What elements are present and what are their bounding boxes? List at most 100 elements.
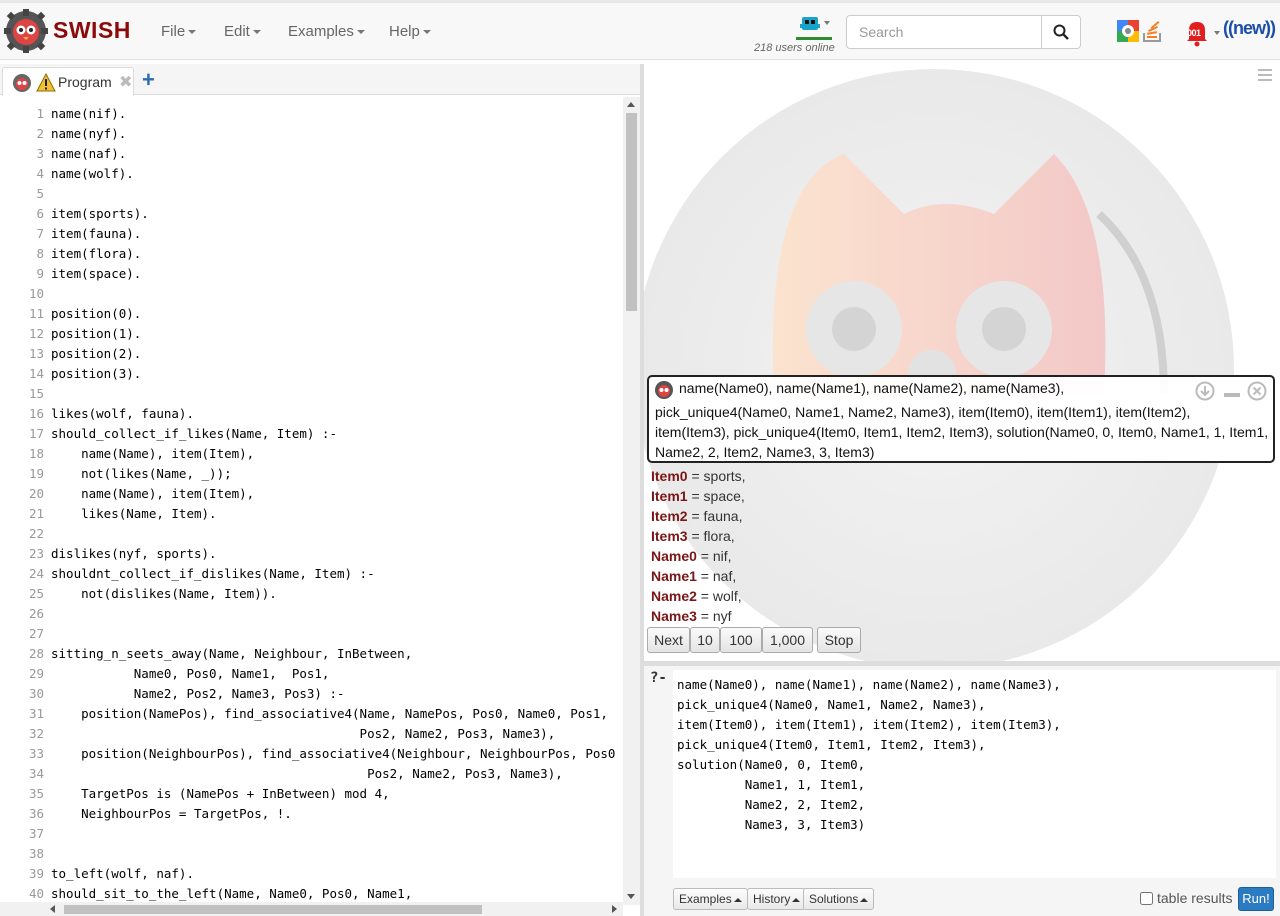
minimize-icon[interactable] [1223,381,1241,401]
code-line[interactable]: 4 name(wolf). [0,164,623,184]
tab-program[interactable]: Program ✖ [2,67,134,96]
scroll-left-icon[interactable] [50,905,55,913]
query-line[interactable]: item(Item0), item(Item1), item(Item2), i… [677,715,1061,735]
run-button[interactable]: Run! [1238,887,1274,911]
code-line[interactable]: 15 [0,384,623,404]
scrollbar-thumb[interactable] [626,113,637,311]
stop-button[interactable]: Stop [817,627,861,653]
brand-title[interactable]: SWISH [53,17,131,44]
user-avatar-icon[interactable] [796,15,832,43]
code-line[interactable]: 36 NeighbourPos = TargetPos, !. [0,804,623,824]
swish-logo-icon[interactable] [4,9,48,53]
binding-variable: Item0 [651,468,688,484]
history-dropup-button[interactable]: History [747,888,807,910]
query-line[interactable]: name(Name0), name(Name1), name(Name2), n… [677,675,1061,695]
code-line[interactable]: 26 [0,604,623,624]
code-line[interactable]: 40 should_sit_to_the_left(Name, Name0, Po… [0,884,623,904]
search-button[interactable] [1041,15,1081,49]
code-line[interactable]: 5 [0,184,623,204]
code-line[interactable]: 8 item(flora). [0,244,623,264]
editor-vertical-scrollbar[interactable] [623,97,640,905]
code-line[interactable]: 13 position(2). [0,344,623,364]
line-number: 12 [28,326,44,341]
code-line[interactable]: 37 [0,824,623,844]
code-line[interactable]: 14 position(3). [0,364,623,384]
query-line[interactable]: solution(Name0, 0, Item0, [677,755,865,775]
next-button[interactable]: Next [647,627,690,653]
line-number: 33 [28,746,44,761]
code-line[interactable]: 18 name(Name), item(Item), [0,444,623,464]
add-tab-icon[interactable]: + [142,67,155,93]
code-line[interactable]: 31 position(NamePos), find_associative4(… [0,704,623,724]
query-line[interactable]: pick_unique4(Name0, Name1, Name2, Name3)… [677,695,986,715]
code-line[interactable]: 34 Pos2, Name2, Pos3, Name3), [0,764,623,784]
code-line[interactable]: 16 likes(wolf, fauna). [0,404,623,424]
code-line[interactable]: 11 position(0). [0,304,623,324]
menu-help[interactable]: Help [389,23,431,40]
code-line[interactable]: 1 name(nif). [0,104,623,124]
close-icon[interactable] [1247,381,1267,401]
scrollbar-thumb[interactable] [64,905,482,914]
code-line[interactable]: 17 should_collect_if_likes(Name, Item) :- [0,424,623,444]
solutions-dropup-button[interactable]: Solutions [803,888,875,910]
code-line[interactable]: 12 position(1). [0,324,623,344]
code-line[interactable]: 24 shouldnt_collect_if_dislikes(Name, Ite… [0,564,623,584]
next-100-button[interactable]: 100 [720,627,762,653]
code-text: to_left(wolf, naf). [51,866,194,881]
code-line[interactable]: 23 dislikes(nyf, sports). [0,544,623,564]
examples-dropup-button[interactable]: Examples [673,888,748,910]
next-1000-button[interactable]: 1,000 [762,627,813,653]
next-10-button[interactable]: 10 [690,627,720,653]
code-line[interactable]: 22 [0,524,623,544]
code-line[interactable]: 10 [0,284,623,304]
new-features-badge[interactable]: ((new)) [1223,18,1276,39]
google-search-icon[interactable] [1117,20,1139,42]
scroll-right-icon[interactable] [612,905,617,913]
query-line[interactable]: Name1, 1, Item1, [677,775,865,795]
code-editor[interactable]: 1 name(nif). 2 name(nyf). 3 name(naf). 4 name(w… [0,97,623,905]
query-editor[interactable]: name(Name0), name(Name1), name(Name2), n… [673,670,1276,878]
menu-help-label: Help [389,23,420,40]
menu-hamburger-icon[interactable] [1258,69,1272,84]
menu-edit[interactable]: Edit [224,23,261,40]
code-line[interactable]: 32 Pos2, Name2, Pos3, Name3), [0,724,623,744]
code-line[interactable]: 35 TargetPos is (NamePos + InBetween) mo… [0,784,623,804]
results-pane: name(Name0), name(Name1), name(Name2), n… [644,64,1280,661]
table-results-toggle[interactable]: table results [1140,890,1232,906]
code-line[interactable]: 33 position(NeighbourPos), find_associat… [0,744,623,764]
code-text: not(dislikes(Name, Item)). [51,586,277,601]
code-line[interactable]: 9 item(space). [0,264,623,284]
menu-examples-label: Examples [288,23,354,40]
code-line[interactable]: 27 [0,624,623,644]
answer-query-line: item(Item3), pick_unique4(Item0, Item1, … [655,424,1269,440]
menu-file[interactable]: File [161,23,197,40]
search-input[interactable] [846,15,1042,49]
download-icon[interactable] [1195,381,1215,401]
scroll-down-icon[interactable] [627,894,635,899]
query-line[interactable]: Name2, 2, Item2, [677,795,865,815]
stackoverflow-icon[interactable] [1142,19,1164,43]
code-line[interactable]: 25 not(dislikes(Name, Item)). [0,584,623,604]
code-line[interactable]: 29 Name0, Pos0, Name1, Pos1, [0,664,623,684]
table-results-checkbox[interactable] [1140,892,1153,905]
binding-value: = space, [687,488,745,504]
code-line[interactable]: 3 name(naf). [0,144,623,164]
code-line[interactable]: 21 likes(Name, Item). [0,504,623,524]
close-tab-icon[interactable]: ✖ [119,72,132,92]
code-line[interactable]: 2 name(nyf). [0,124,623,144]
code-line[interactable]: 6 item(sports). [0,204,623,224]
code-text: name(nyf). [51,126,127,141]
editor-horizontal-scrollbar[interactable] [0,902,623,916]
scroll-up-icon[interactable] [627,102,635,107]
menu-examples[interactable]: Examples [288,23,365,40]
query-line[interactable]: pick_unique4(Item0, Item1, Item2, Item3)… [677,735,986,755]
code-line[interactable]: 38 [0,844,623,864]
query-line[interactable]: Name3, 3, Item3) [677,815,865,835]
code-line[interactable]: 39 to_left(wolf, naf). [0,864,623,884]
code-line[interactable]: 19 not(likes(Name, _)); [0,464,623,484]
code-line[interactable]: 7 item(fauna). [0,224,623,244]
code-line[interactable]: 28 sitting_n_seets_away(Name, Neighbour, … [0,644,623,664]
code-line[interactable]: 30 Name2, Pos2, Name3, Pos3) :- [0,684,623,704]
code-line[interactable]: 20 name(Name), item(Item), [0,484,623,504]
code-text: sitting_n_seets_away(Name, Neighbour, In… [51,646,413,661]
